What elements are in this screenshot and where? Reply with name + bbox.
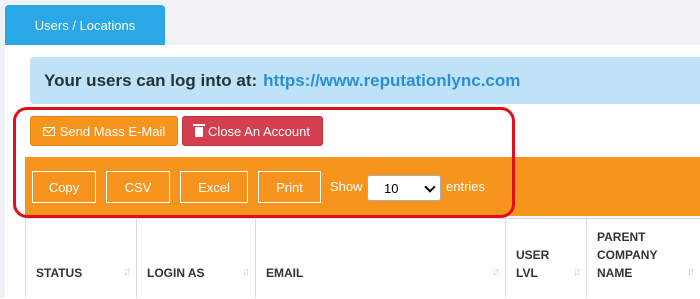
csv-button[interactable]: CSV (106, 171, 170, 203)
sort-icon: ↓↑ (687, 266, 695, 278)
column-header-parent-company-name[interactable]: PARENT COMPANY NAME ↓↑ (586, 218, 700, 298)
send-mass-email-label: Send Mass E-Mail (59, 123, 166, 139)
sort-icon: ↓↑ (242, 266, 250, 278)
excel-button[interactable]: Excel (180, 171, 248, 203)
column-header-label: LOGIN AS (147, 266, 205, 280)
send-mass-email-button[interactable]: Send Mass E-Mail (30, 116, 178, 146)
column-header-label: STATUS (36, 266, 83, 280)
column-header-login-as[interactable]: LOGIN AS ↓↑ (136, 218, 255, 298)
entries-per-page-select[interactable]: 10 (367, 175, 441, 201)
trash-icon (193, 124, 206, 137)
column-header-email[interactable]: EMAIL ↓↑ (255, 218, 505, 298)
column-header-label: USER LVL (516, 248, 550, 280)
entries-label: entries (446, 179, 486, 194)
entries-per-page-value: 10 (384, 180, 399, 196)
show-label: Show (330, 179, 363, 194)
sort-icon: ↓↑ (573, 266, 581, 278)
close-account-label: Close An Account (208, 123, 310, 139)
column-header-label: EMAIL (266, 266, 304, 280)
tab-users-locations[interactable]: Users / Locations (5, 5, 165, 45)
login-banner-text: Your users can log into at: (44, 70, 258, 90)
copy-button[interactable]: Copy (32, 171, 96, 203)
sort-icon: ↓↑ (492, 266, 500, 278)
sort-icon: ↓↑ (123, 266, 131, 278)
envelope-icon (42, 126, 55, 136)
column-header-status[interactable]: STATUS ↓↑ (25, 218, 136, 298)
chevron-down-icon (424, 181, 436, 193)
column-header-user-lvl[interactable]: USER LVL ↓↑ (505, 218, 586, 298)
login-url-link[interactable]: https://www.reputationlync.com (263, 71, 520, 91)
print-button[interactable]: Print (258, 171, 321, 203)
column-header-label: PARENT COMPANY NAME (597, 230, 658, 280)
close-account-button[interactable]: Close An Account (182, 116, 323, 146)
login-url-banner: Your users can log into at: https://www.… (30, 57, 700, 104)
